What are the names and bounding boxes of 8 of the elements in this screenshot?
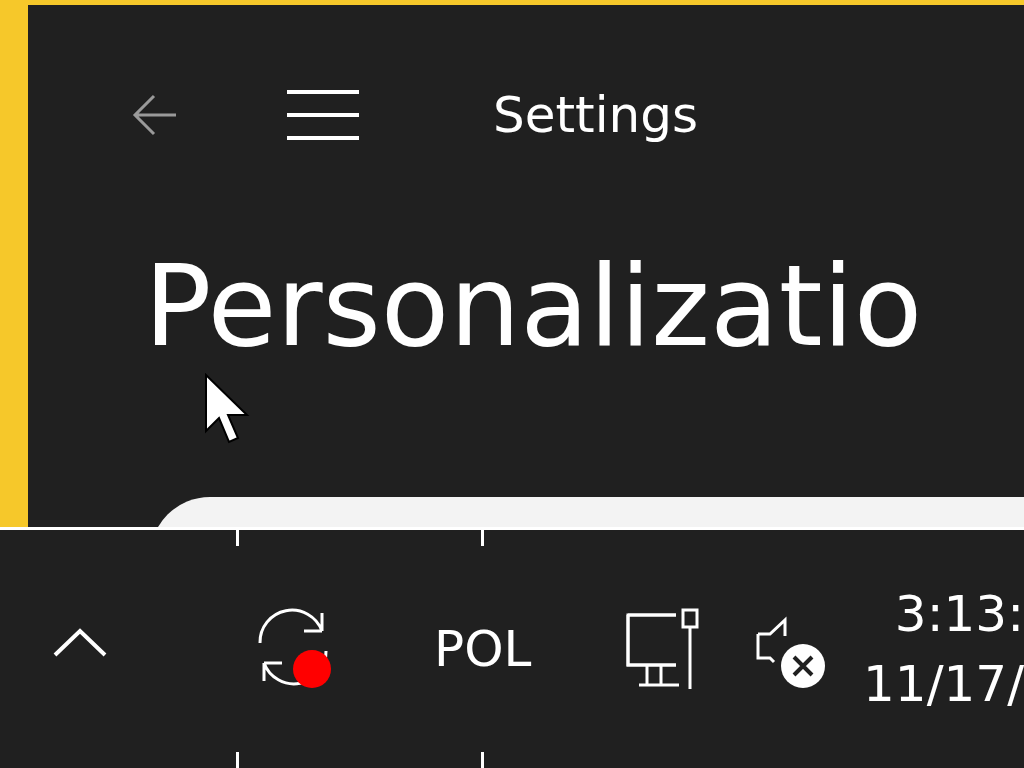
language-indicator[interactable]: POL [434, 620, 532, 678]
clock-time[interactable]: 3:13: [894, 589, 1024, 639]
chevron-up-icon[interactable] [52, 628, 108, 658]
page-heading: Personalizatio [143, 250, 924, 362]
menu-icon[interactable] [285, 89, 361, 141]
clock-date[interactable]: 11/17/ [863, 659, 1024, 709]
window-title: Settings [493, 86, 699, 144]
cursor-icon [204, 373, 252, 445]
